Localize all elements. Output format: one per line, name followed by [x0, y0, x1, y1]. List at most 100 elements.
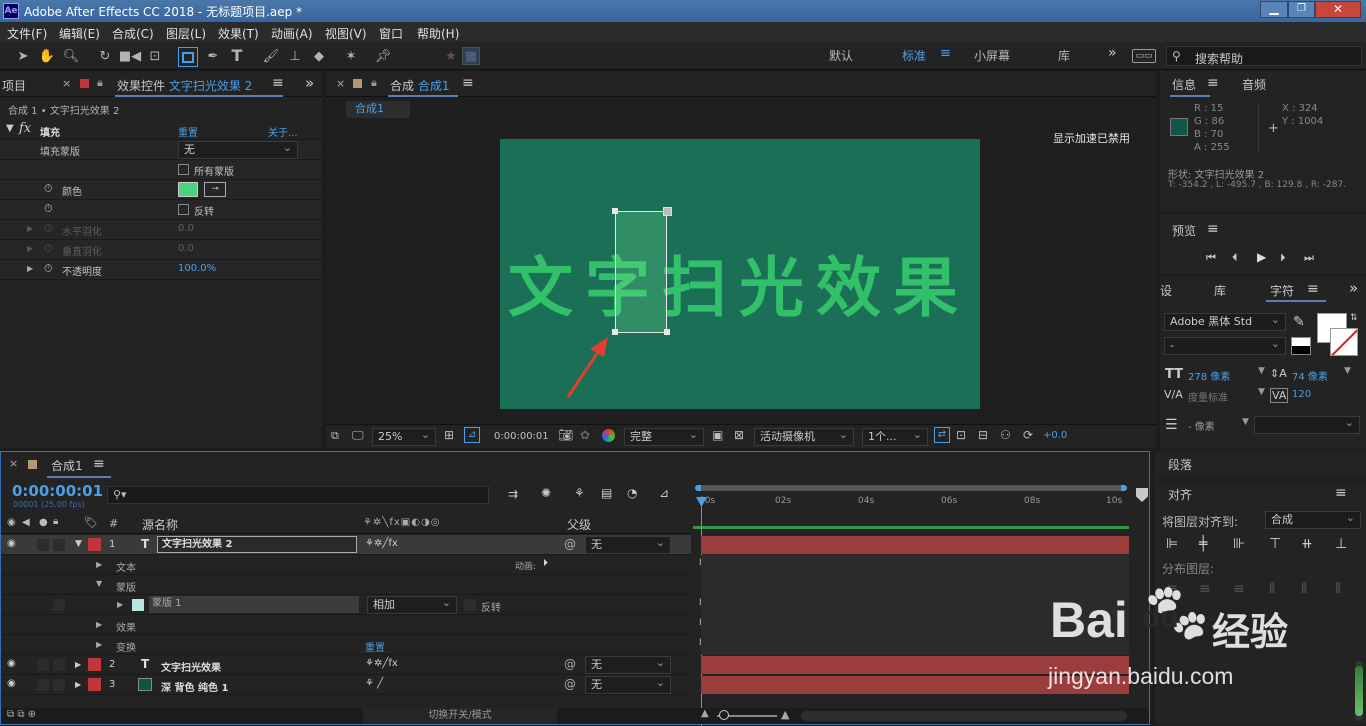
- layer-label-color[interactable]: [88, 538, 101, 551]
- snapshot-icon[interactable]: 📷︎: [558, 428, 573, 442]
- fast-preview-icon[interactable]: ⊡: [956, 428, 966, 442]
- time-ruler[interactable]: 00s 02s 04s 06s 08s 10s: [693, 482, 1129, 534]
- align-hcenter-icon[interactable]: ╪: [1199, 536, 1207, 552]
- fit-icon[interactable]: ⊞: [444, 428, 454, 442]
- expand-arrow-icon[interactable]: ▶: [27, 224, 33, 233]
- menu-animation[interactable]: 动画(A): [271, 25, 313, 42]
- workspace-overflow-icon[interactable]: »: [1108, 45, 1117, 61]
- tab-effect-controls[interactable]: 效果控件 文字扫光效果 2: [117, 77, 252, 94]
- stopwatch-icon[interactable]: ⏱︎: [44, 182, 53, 196]
- tab-info[interactable]: 信息: [1172, 76, 1196, 93]
- clone-stamp-tool-icon[interactable]: ⊥: [286, 47, 304, 65]
- rotate-tool-icon[interactable]: ↻: [96, 47, 114, 65]
- pen-tool-icon[interactable]: ✒: [204, 47, 222, 65]
- distribute-right-icon[interactable]: ⦀: [1335, 581, 1341, 597]
- leading-value[interactable]: 74 像素: [1292, 368, 1328, 383]
- timeline-icon[interactable]: ⊟: [978, 428, 988, 442]
- star-icon[interactable]: ★: [444, 47, 458, 65]
- parent-dropdown[interactable]: 无: [585, 655, 671, 674]
- pickwhip-icon[interactable]: @: [564, 537, 576, 551]
- stopwatch-icon[interactable]: ⏱︎: [44, 202, 53, 216]
- fx-about-link[interactable]: 关于...: [268, 124, 298, 139]
- tab-library[interactable]: 库: [1214, 282, 1226, 299]
- snap-icon[interactable]: ▦: [462, 47, 480, 65]
- menu-file[interactable]: 文件(F): [7, 25, 47, 42]
- animate-label[interactable]: 动画:: [515, 559, 536, 572]
- views-dropdown[interactable]: 1个...: [862, 427, 928, 446]
- comp-flowchart-icon[interactable]: ⇉: [508, 487, 518, 501]
- graph-editor-icon[interactable]: ⊿: [659, 486, 669, 500]
- resolution-dropdown[interactable]: 完整: [624, 427, 704, 446]
- switches-icons[interactable]: ⚘ ╱: [365, 678, 383, 689]
- comp-subtab[interactable]: 合成1: [346, 101, 410, 118]
- expand-arrow-icon[interactable]: ▼: [6, 123, 14, 134]
- menu-effect[interactable]: 效果(T): [218, 25, 259, 42]
- type-tool-icon[interactable]: T: [228, 46, 246, 65]
- fill-mask-dropdown[interactable]: 无: [178, 140, 298, 159]
- expand-arrow-icon[interactable]: ▶: [96, 560, 102, 569]
- property-row-effects[interactable]: ▶ 效果: [1, 615, 691, 635]
- column-source-name[interactable]: 源名称: [142, 516, 178, 533]
- comp-end-marker[interactable]: [1136, 488, 1148, 502]
- selection-tool-icon[interactable]: ➤: [14, 47, 32, 65]
- stopwatch-icon[interactable]: ⏱︎: [44, 222, 53, 236]
- font-style-dropdown[interactable]: -: [1164, 336, 1286, 355]
- comp-timecode[interactable]: 0:00:00:01: [494, 431, 549, 442]
- tab-timeline-comp[interactable]: 合成1: [51, 457, 83, 474]
- layer-label-color[interactable]: [88, 678, 101, 691]
- pan-behind-tool-icon[interactable]: ⊡: [146, 47, 164, 65]
- mask-name-field[interactable]: 蒙版 1: [149, 596, 359, 613]
- mask-invert-checkbox[interactable]: [464, 599, 476, 611]
- property-row-transform[interactable]: ▶ 变换 重置: [1, 635, 691, 655]
- align-bottom-icon[interactable]: ⊥: [1335, 536, 1347, 552]
- menu-window[interactable]: 窗口: [379, 25, 403, 42]
- panel-menu-icon[interactable]: ≡: [1335, 485, 1347, 501]
- always-preview-icon[interactable]: ⧉: [331, 429, 339, 443]
- property-row-masks[interactable]: ▼ 蒙版: [1, 575, 691, 595]
- column-parent[interactable]: 父级: [567, 516, 591, 533]
- zoom-in-icon[interactable]: ▲: [781, 708, 789, 721]
- puppet-pin-tool-icon[interactable]: 📌︎: [374, 47, 392, 65]
- rectangle-tool-icon[interactable]: [178, 47, 198, 67]
- render-time-icon[interactable]: ⧉ ⧉ ⊕: [7, 709, 36, 720]
- menu-layer[interactable]: 图层(L): [166, 25, 206, 42]
- layer-name[interactable]: 深 背色 纯色 1: [161, 679, 228, 694]
- font-size-value[interactable]: 278 像素: [1188, 368, 1230, 383]
- eye-icon[interactable]: ◉: [7, 678, 16, 689]
- play-icon[interactable]: ▶: [1257, 250, 1266, 264]
- menu-view[interactable]: 视图(V): [325, 25, 367, 42]
- comp-canvas[interactable]: 文字扫光效果: [500, 139, 980, 409]
- timeline-scrollbar[interactable]: [801, 711, 1127, 721]
- first-frame-icon[interactable]: ⏮: [1206, 251, 1216, 265]
- close-tab-icon[interactable]: ×: [62, 77, 71, 90]
- expand-arrow-icon[interactable]: ▶: [27, 264, 33, 273]
- expand-arrow-icon[interactable]: ▶: [75, 680, 81, 689]
- tab-settings[interactable]: 设: [1160, 282, 1172, 299]
- shy-icon[interactable]: ⚘: [574, 486, 585, 500]
- eyedropper-icon[interactable]: ⊸: [204, 182, 226, 197]
- reset-exposure-icon[interactable]: ⟳: [1023, 428, 1033, 442]
- property-row-mask-1[interactable]: ▶ 蒙版 1 相加 反转: [1, 595, 691, 615]
- fx-icon[interactable]: fx: [19, 121, 31, 136]
- tab-audio[interactable]: 音频: [1242, 76, 1266, 93]
- lock-icon[interactable]: 🔒︎: [371, 76, 377, 90]
- layer-label-color[interactable]: [88, 658, 101, 671]
- kerning-value[interactable]: 度量标准: [1188, 389, 1228, 404]
- layer-search-input[interactable]: ⚲▾: [107, 486, 489, 504]
- panel-overflow-icon[interactable]: »: [1349, 279, 1358, 297]
- toggle-switches-modes[interactable]: 切换开关/模式: [363, 708, 557, 724]
- menu-composition[interactable]: 合成(C): [112, 25, 154, 42]
- black-white-icon[interactable]: [1291, 337, 1311, 355]
- brush-tool-icon[interactable]: 🖌︎: [262, 47, 280, 65]
- panel-menu-icon[interactable]: ≡: [1207, 75, 1219, 91]
- panel-menu-icon[interactable]: ≡: [1207, 221, 1219, 237]
- mask-vertex[interactable]: [664, 329, 670, 335]
- search-help-field[interactable]: ⚲ 搜索帮助: [1166, 46, 1362, 66]
- sync-settings-icon[interactable]: ▭▭: [1132, 49, 1156, 63]
- solo-switch-icon[interactable]: ●: [39, 517, 48, 528]
- tab-composition[interactable]: 合成 合成1: [390, 77, 449, 94]
- mask-path[interactable]: [615, 211, 667, 333]
- stroke-width-value[interactable]: - 像素: [1188, 418, 1215, 433]
- workspace-small-screen[interactable]: 小屏幕: [974, 47, 1010, 64]
- eye-icon[interactable]: ◉: [7, 658, 16, 669]
